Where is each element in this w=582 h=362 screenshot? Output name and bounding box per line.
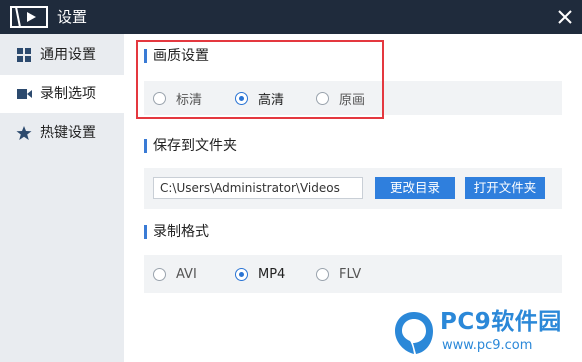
radio-label: FLV <box>339 266 362 282</box>
radio-button[interactable] <box>153 267 166 281</box>
close-icon[interactable] <box>554 6 576 28</box>
highlight-annotation <box>136 40 384 119</box>
sidebar-item-label: 录制选项 <box>40 86 96 102</box>
radio-button[interactable] <box>316 267 329 281</box>
video-camera-icon <box>17 89 32 99</box>
sidebar-item-recording[interactable]: 录制选项 <box>0 75 124 113</box>
app-logo-icon <box>10 6 48 28</box>
sidebar: 通用设置 录制选项 热键设置 <box>0 34 124 362</box>
section-marker <box>144 225 147 239</box>
pc9-logo-icon <box>395 312 433 354</box>
open-folder-button[interactable]: 打开文件夹 <box>465 177 545 199</box>
format-section-title: 录制格式 <box>153 224 209 240</box>
section-marker <box>144 139 147 153</box>
watermark-title: PC9软件园 <box>440 309 562 335</box>
window-title: 设置 <box>57 8 88 26</box>
title-bar: 设置 <box>0 0 582 34</box>
save-section-title: 保存到文件夹 <box>153 138 237 154</box>
radio-button[interactable] <box>235 267 248 281</box>
sidebar-item-general[interactable]: 通用设置 <box>0 36 124 74</box>
format-option-mp4[interactable]: MP4 <box>235 265 285 283</box>
grid-icon <box>17 48 31 62</box>
settings-window: 设置 通用设置 录制选项 热键设置 画质设置 标清 高清 原画 保存到文件夹 C… <box>0 0 582 362</box>
site-watermark: PC9软件园 www.pc9.com <box>392 308 578 360</box>
star-icon <box>16 126 32 140</box>
format-option-avi[interactable]: AVI <box>153 265 197 283</box>
save-path-field[interactable]: C:\Users\Administrator\Videos <box>153 177 363 199</box>
sidebar-item-label: 热键设置 <box>40 125 96 141</box>
change-directory-button[interactable]: 更改目录 <box>375 177 455 199</box>
radio-label: AVI <box>176 266 197 282</box>
sidebar-item-label: 通用设置 <box>40 47 96 63</box>
radio-label: MP4 <box>258 266 286 282</box>
watermark-url: www.pc9.com <box>442 338 533 353</box>
format-option-flv[interactable]: FLV <box>316 265 361 283</box>
sidebar-item-hotkeys[interactable]: 热键设置 <box>0 114 124 152</box>
